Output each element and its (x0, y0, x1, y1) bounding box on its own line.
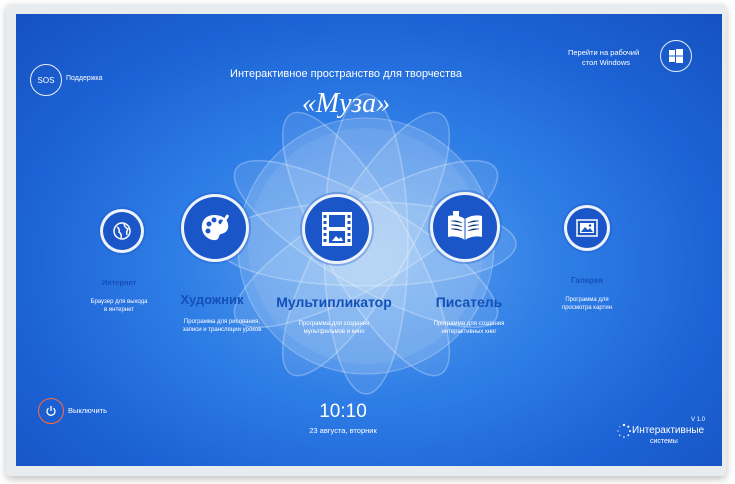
app-animator-button[interactable] (302, 194, 372, 264)
brand-name-line2: системы (650, 438, 678, 445)
sos-label: SOS (37, 75, 55, 85)
power-label[interactable]: Выключить (68, 406, 107, 415)
brand-logo-icon (617, 423, 631, 438)
app-artist-desc: Программа для рисования, записи и трансл… (182, 319, 262, 333)
app-writer-desc: Программа для создания интерактивных кни… (433, 321, 505, 335)
app-writer-button[interactable] (430, 192, 500, 262)
support-label[interactable]: Поддержка (66, 75, 103, 82)
sos-button[interactable]: SOS (30, 64, 62, 96)
app-animator-desc: Программа для создания мультфильмов и ки… (298, 321, 370, 335)
power-button[interactable] (38, 398, 64, 424)
windows-desktop-label-1: Перейти на рабочий (568, 48, 640, 57)
windows-desktop-label-2: стол Windows (582, 58, 630, 67)
app-gallery-desc: Программа для просмотра картин (561, 297, 613, 311)
app-internet-desc: Браузер для выхода в интернет (90, 299, 148, 313)
page-title: «Муза» (301, 88, 391, 119)
globe-icon (113, 222, 131, 240)
clock-date: 23 августа, вторник (309, 426, 377, 435)
power-icon (46, 406, 56, 416)
app-internet-button[interactable] (100, 209, 144, 253)
book-icon (448, 211, 482, 240)
app-animator-title: Мультипликатор (276, 294, 392, 310)
app-artist-button[interactable] (181, 194, 249, 262)
app-gallery-title: Галерея (570, 276, 604, 285)
page-subtitle: Интерактивное пространство для творчеств… (230, 68, 462, 80)
windows-desktop-button[interactable] (660, 40, 692, 72)
palette-icon (201, 214, 230, 241)
app-gallery-button[interactable] (564, 205, 610, 251)
film-icon (322, 212, 352, 246)
monitor-frame: SOS Поддержка Интерактивное пространство… (6, 4, 726, 476)
gallery-icon (576, 219, 598, 237)
version-label: V 1.0 (691, 417, 706, 423)
app-artist-title: Художник (180, 292, 244, 307)
app-internet-title: Интернет (101, 278, 137, 287)
brand-name-line1: Интерактивные (632, 425, 705, 436)
app-writer-title: Писатель (435, 294, 503, 310)
desktop-screen: SOS Поддержка Интерактивное пространство… (16, 14, 722, 466)
windows-icon (669, 49, 683, 63)
clock-time: 10:10 (319, 401, 367, 422)
